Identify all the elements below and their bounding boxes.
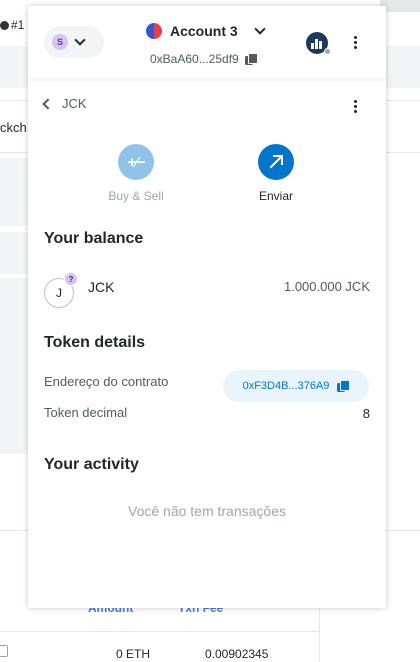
send-label: Enviar (258, 189, 293, 203)
connection-status-dot (324, 48, 331, 55)
copy-icon (244, 53, 258, 65)
copy-icon (337, 380, 351, 392)
background-block (0, 158, 30, 226)
account-avatar-icon (146, 23, 162, 39)
account-address: 0xBaA60...25df9 (150, 52, 239, 66)
chevron-down-icon (74, 34, 86, 46)
background-block (0, 278, 30, 454)
account-name: Account 3 (170, 23, 238, 39)
background-table-divider (0, 631, 320, 632)
background-row-icon (0, 645, 8, 657)
copy-address-button[interactable]: 0xBaA60...25df9 (150, 52, 258, 66)
contract-address-label: Endereço do contrato (44, 374, 169, 389)
back-button[interactable]: JCK (42, 96, 87, 111)
empty-activity-message: Você não tem transações (128, 503, 286, 519)
token-decimal-value: 8 (362, 406, 370, 421)
header-menu-icon[interactable] (354, 36, 357, 49)
token-details-title: Token details (44, 334, 146, 351)
chevron-left-icon (42, 97, 54, 110)
token-options-icon[interactable] (354, 100, 357, 113)
unknown-network-badge: ? (64, 272, 78, 286)
token-decimal-label: Token decimal (44, 405, 128, 420)
send-button[interactable]: Enviar (236, 144, 316, 203)
copy-contract-button[interactable]: 0xF3D4B...376A9 (223, 370, 369, 402)
activity-title: Your activity (44, 456, 139, 473)
background-cell-amount: 0 ETH (116, 647, 151, 661)
background-partial-text: ckch (0, 120, 27, 135)
background-tab-label: #1 (11, 18, 25, 32)
network-avatar: S (52, 34, 68, 50)
tab-favicon-icon (0, 21, 9, 31)
arrow-up-right-icon (258, 144, 294, 180)
chevron-down-icon (254, 23, 266, 35)
token-amount: 1.000.000 JCK (283, 279, 370, 294)
background-tab-right (380, 0, 420, 12)
contract-address: 0xF3D4B...376A9 (242, 380, 330, 392)
token-balance-row[interactable]: J ? JCK 1.000.000 JCK (44, 272, 370, 308)
background-block (0, 232, 30, 274)
balance-title: Your balance (44, 230, 144, 247)
background-cell-fee: 0.00902345 (205, 647, 269, 661)
token-symbol: JCK (88, 279, 115, 295)
buy-sell-button[interactable]: +⁄− Buy & Sell (96, 144, 176, 203)
account-picker-button[interactable]: Account 3 (146, 23, 266, 39)
buy-sell-label: Buy & Sell (108, 189, 164, 203)
wallet-popup: S Account 3 0xBaA60...25df9 JCK +⁄− Buy … (28, 6, 386, 608)
wallet-header: S Account 3 0xBaA60...25df9 (28, 6, 386, 78)
network-picker-button[interactable]: S (44, 26, 104, 58)
buy-sell-icon: +⁄− (118, 144, 154, 180)
token-page-title: JCK (62, 96, 87, 111)
